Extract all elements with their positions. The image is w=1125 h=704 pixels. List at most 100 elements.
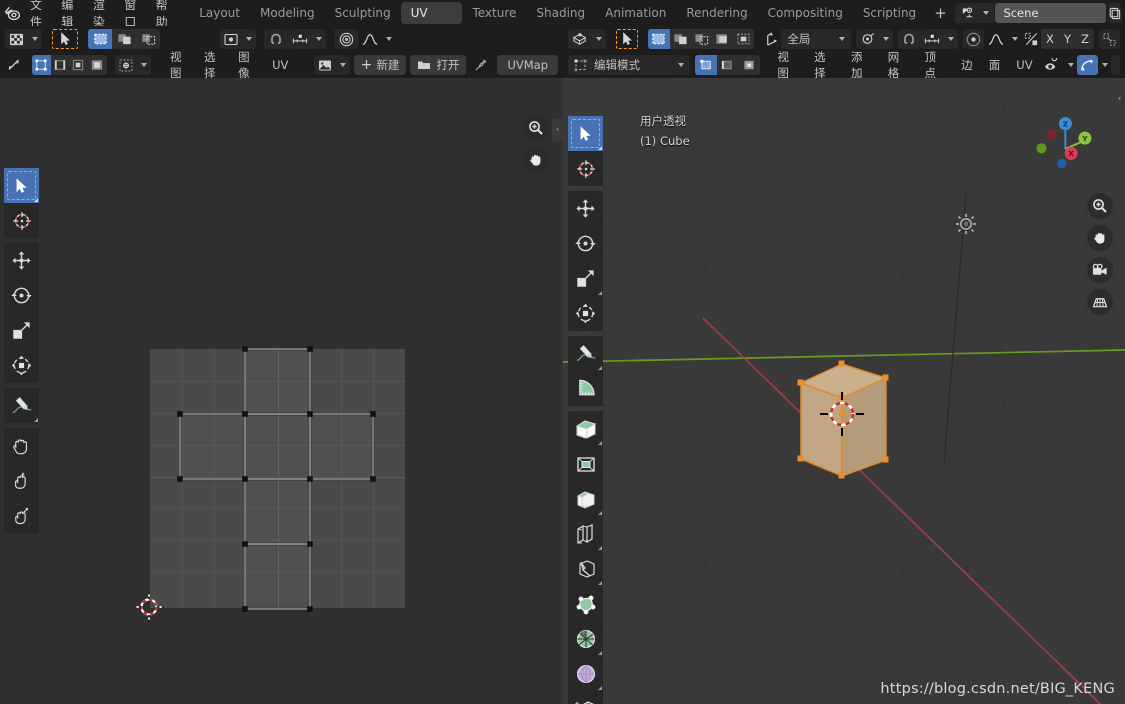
viewport-falloff-button[interactable] [984,29,1022,49]
viewport-snap-target-button[interactable] [919,29,958,49]
view-layer-icon[interactable] [1108,3,1121,23]
invert-select-icon[interactable] [711,29,733,49]
transform-orientation-icon[interactable] [762,29,781,49]
new-image-button[interactable]: + 新建 [353,55,407,75]
subtract-select-icon[interactable] [690,29,712,49]
tool-cursor[interactable] [4,203,39,238]
tool-annotate[interactable] [568,336,603,371]
extend-select-icon[interactable] [669,29,691,49]
workspace-tab-layout[interactable]: Layout [189,2,250,24]
tool-shear[interactable] [568,691,603,704]
viewport-select-mode-group[interactable] [648,29,755,49]
camera-icon[interactable] [1087,257,1113,283]
uv-panel-collapse-icon[interactable]: ‹ [552,119,563,141]
vertex-select-icon[interactable] [31,55,51,75]
uv-editor-type-button[interactable] [5,29,42,49]
tool-cursor[interactable] [568,151,603,186]
snap-magnet-icon[interactable] [264,29,288,49]
interaction-mode-dropdown[interactable]: 编辑模式 [568,55,691,75]
image-datablock-button[interactable] [313,55,350,75]
island-select-icon[interactable] [88,55,108,75]
show-overlays-icon[interactable] [1110,55,1120,75]
tool-bevel[interactable] [568,481,603,516]
workspace-tab-shading[interactable]: Shading [526,2,595,24]
tool-inset-faces[interactable] [568,446,603,481]
viewport-canvas[interactable]: 用户透视 (1) Cube Z Y X ‹ https://blog.csdn.… [563,78,1125,704]
tool-extrude-region[interactable] [568,411,603,446]
vertex-mode-icon[interactable] [695,55,717,75]
pivot-point-button[interactable] [220,29,256,49]
viewport-menu-mesh[interactable]: 网格 [880,50,917,80]
gizmo-chevron-down-icon[interactable] [1098,55,1111,75]
uv-menu-view[interactable]: 视图 [162,50,196,80]
open-image-button[interactable]: 打开 [410,55,467,75]
pan-icon[interactable] [523,147,549,173]
mirror-axis-group[interactable]: X Y Z [1041,29,1094,49]
uv-sync-selection-icon[interactable] [5,55,24,75]
viewport-menu-uv[interactable]: UV [1008,54,1040,76]
ortho-persp-icon[interactable] [1087,289,1113,315]
viewport-menu-edge[interactable]: 边 [953,54,981,76]
workspace-tab-texture-paint[interactable]: Texture Paint [462,2,526,42]
workspace-tab-compositing[interactable]: Compositing [758,2,853,24]
tool-rotate[interactable] [568,226,603,261]
tool-transform[interactable] [4,348,39,383]
viewport-pivot-button[interactable] [856,29,894,49]
snap-magnet-icon[interactable] [898,29,920,49]
face-mode-icon[interactable] [738,55,761,75]
falloff-type-button[interactable] [358,29,396,49]
subtract-select-icon[interactable] [136,29,160,49]
viewport-menu-face[interactable]: 面 [981,54,1009,76]
workspace-tab-scripting[interactable]: Scripting [853,2,926,24]
viewport-toolbar[interactable] [568,116,603,704]
edge-select-icon[interactable] [50,55,70,75]
tool-relax-uv[interactable] [4,463,39,498]
transform-orientation-dropdown[interactable]: 全局 [781,29,852,49]
object-visibility-button[interactable] [1041,55,1077,75]
tool-move[interactable] [568,191,603,226]
pan-icon[interactable] [1087,225,1113,251]
workspace-tab-rendering[interactable]: Rendering [676,2,757,24]
viewport-menu-add[interactable]: 添加 [843,50,880,80]
scene-name-field[interactable]: Scene [995,3,1107,23]
uv-menu-select[interactable]: 选择 [196,50,230,80]
edge-mode-icon[interactable] [716,55,739,75]
scene-datablock-selector[interactable] [954,3,994,23]
intersect-select-icon[interactable] [732,29,755,49]
tool-pinch-uv[interactable] [4,498,39,533]
tool-poly-build[interactable] [568,586,603,621]
uv-select-mode-group[interactable] [88,29,160,49]
workspace-tab-sculpting[interactable]: Sculpting [325,2,401,24]
add-workspace-button[interactable]: + [926,2,955,24]
proportional-edit-icon[interactable] [334,29,358,49]
viewport-editor-type-button[interactable] [568,29,606,49]
proportional-edit-icon[interactable] [962,29,984,49]
tool-tweak[interactable] [568,116,603,151]
navigation-gizmo[interactable]: Z Y X [1027,111,1103,187]
workspace-tab-uv-editing[interactable]: UV Editing [400,2,463,42]
zoom-icon[interactable] [1087,193,1113,219]
auto-merge-icon[interactable] [1098,29,1121,49]
tool-measure[interactable] [568,371,603,406]
viewport-active-tool-button[interactable] [614,28,640,50]
blender-logo-icon[interactable] [4,2,21,24]
tool-scale[interactable] [4,313,39,348]
workspace-tab-modeling[interactable]: Modeling [250,2,325,24]
uv-element-select-mode-group[interactable] [31,55,108,75]
tool-transform[interactable] [568,296,603,331]
tool-rotate[interactable] [4,278,39,313]
face-select-icon[interactable] [69,55,89,75]
extend-select-icon[interactable] [112,29,136,49]
tool-knife[interactable] [568,551,603,586]
zoom-icon[interactable] [523,115,549,141]
mirror-axis-y[interactable]: Y [1058,29,1077,49]
viewport-menu-select[interactable]: 选择 [806,50,843,80]
show-gizmo-icon[interactable] [1076,55,1099,75]
tool-grab-uv[interactable] [4,428,39,463]
tool-smooth[interactable] [568,656,603,691]
active-tool-tweak-button[interactable] [50,28,80,50]
viewport-nav-buttons[interactable] [1087,193,1113,315]
uv-menu-image[interactable]: 图像 [230,50,264,80]
mirror-axis-z[interactable]: Z [1076,29,1094,49]
set-select-icon[interactable] [648,29,670,49]
